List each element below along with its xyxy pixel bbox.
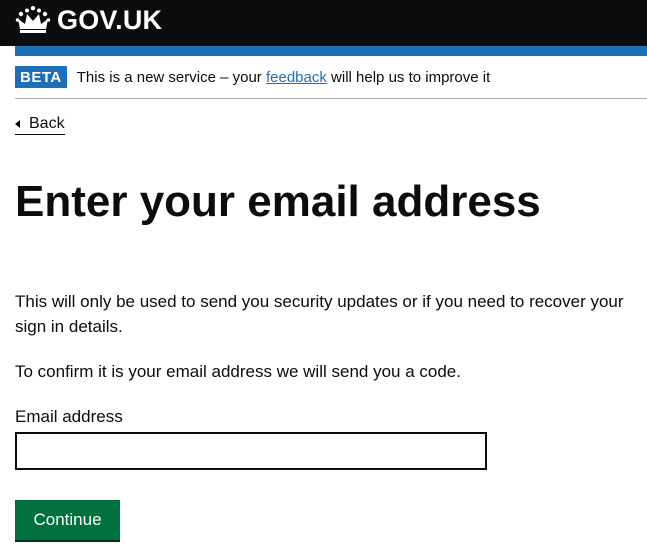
- site-header: GOV.UK: [0, 0, 647, 46]
- header-title: GOV.UK: [57, 4, 163, 35]
- feedback-link[interactable]: feedback: [266, 69, 327, 86]
- continue-button[interactable]: Continue: [15, 500, 120, 540]
- page-title: Enter your email address: [15, 177, 541, 226]
- confirmation-paragraph: To confirm it is your email address we w…: [15, 362, 461, 381]
- govuk-logo-link[interactable]: GOV.UK: [15, 5, 162, 35]
- phase-banner: BETA This is a new service – your feedba…: [15, 56, 647, 99]
- phase-banner-text: This is a new service – your feedback wi…: [77, 69, 491, 86]
- header-blue-stripe: [15, 46, 647, 56]
- intro-paragraph: This will only be used to send you secur…: [15, 292, 624, 336]
- email-input[interactable]: [15, 432, 487, 470]
- back-link[interactable]: Back: [15, 114, 65, 135]
- phase-text-after: will help us to improve it: [326, 68, 491, 86]
- back-link-label: Back: [29, 114, 65, 132]
- beta-tag: BETA: [15, 66, 67, 88]
- crown-icon: [15, 6, 51, 33]
- triangle-left-icon: [15, 119, 20, 128]
- email-label: Email address: [15, 407, 123, 426]
- phase-text-before: This is a new service – your: [76, 68, 266, 86]
